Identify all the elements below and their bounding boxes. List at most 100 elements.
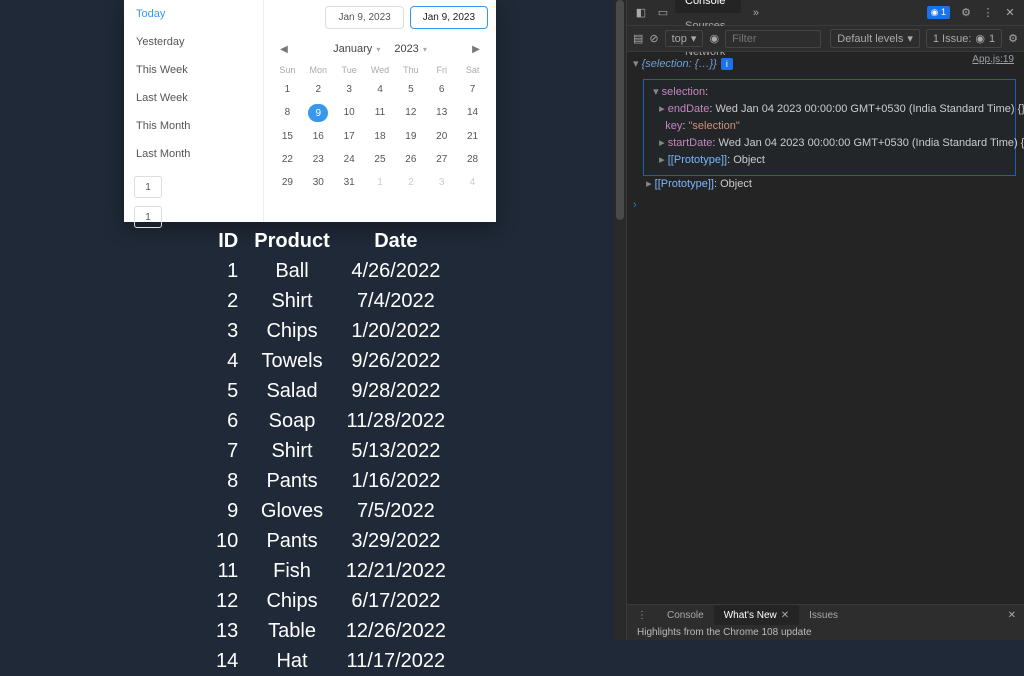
- calendar-day[interactable]: 16: [303, 128, 334, 145]
- drawer-menu-icon[interactable]: ⋮: [627, 605, 657, 625]
- end-date-field[interactable]: Jan 9, 2023: [410, 6, 488, 29]
- calendar-day[interactable]: 2: [395, 174, 426, 191]
- weekday-header: Mon: [303, 65, 334, 75]
- cell-date: 12/21/2022: [338, 556, 454, 586]
- preset-last-week[interactable]: Last Week: [124, 84, 263, 112]
- preset-this-month[interactable]: This Month: [124, 112, 263, 140]
- devtools-tab-console[interactable]: Console: [675, 0, 741, 13]
- weekday-header: Wed: [365, 65, 396, 75]
- cell-product: Table: [246, 616, 338, 646]
- cell-id: 2: [208, 286, 246, 316]
- drawer-tab-console[interactable]: Console: [657, 605, 714, 625]
- close-devtools-icon[interactable]: ✕: [1000, 6, 1020, 19]
- close-drawer-icon[interactable]: ✕: [1000, 610, 1024, 621]
- calendar-day[interactable]: 25: [365, 151, 396, 168]
- calendar-day[interactable]: 3: [334, 81, 365, 98]
- prev-month-button[interactable]: ◀: [274, 39, 294, 59]
- log-levels-select[interactable]: Default levels ▾: [830, 29, 920, 48]
- calendar-day[interactable]: 9: [308, 104, 328, 122]
- table-row: 12Chips6/17/2022: [208, 586, 454, 616]
- calendar-day[interactable]: 28: [457, 151, 488, 168]
- days-back-input[interactable]: 1: [134, 176, 162, 198]
- cell-id: 3: [208, 316, 246, 346]
- column-header: Date: [338, 226, 454, 256]
- calendar-day[interactable]: 10: [334, 104, 365, 122]
- calendar-day[interactable]: 6: [426, 81, 457, 98]
- more-tabs-button[interactable]: »: [743, 0, 769, 26]
- calendar-day[interactable]: 26: [395, 151, 426, 168]
- preset-today[interactable]: Today: [124, 0, 263, 28]
- console-output[interactable]: App.js:19 ▾ {selection: {…}}i ▾ selectio…: [627, 52, 1024, 604]
- calendar-day[interactable]: 30: [303, 174, 334, 191]
- calendar-day[interactable]: 31: [334, 174, 365, 191]
- calendar-day[interactable]: 1: [365, 174, 396, 191]
- calendar-day[interactable]: 5: [395, 81, 426, 98]
- table-row: 4Towels9/26/2022: [208, 346, 454, 376]
- calendar-day[interactable]: 12: [395, 104, 426, 122]
- console-settings-icon[interactable]: ⚙: [1008, 32, 1018, 45]
- page-scrollbar[interactable]: [614, 0, 626, 640]
- calendar-day[interactable]: 15: [272, 128, 303, 145]
- calendar-day[interactable]: 24: [334, 151, 365, 168]
- table-row: 5Salad9/28/2022: [208, 376, 454, 406]
- calendar-day[interactable]: 8: [272, 104, 303, 122]
- calendar-day[interactable]: 22: [272, 151, 303, 168]
- cell-id: 5: [208, 376, 246, 406]
- table-row: 11Fish12/21/2022: [208, 556, 454, 586]
- cell-date: 3/29/2022: [338, 526, 454, 556]
- days-back-input-2[interactable]: 1: [134, 206, 162, 228]
- calendar-day[interactable]: 19: [395, 128, 426, 145]
- settings-icon[interactable]: ⚙: [956, 6, 976, 19]
- column-header: ID: [208, 226, 246, 256]
- console-sidebar-toggle-icon[interactable]: ▤: [633, 32, 643, 45]
- drawer-tab-what-s-new[interactable]: What's New✕: [714, 605, 799, 625]
- cell-product: Pants: [246, 466, 338, 496]
- calendar-day[interactable]: 23: [303, 151, 334, 168]
- calendar-day[interactable]: 29: [272, 174, 303, 191]
- calendar-day[interactable]: 2: [303, 81, 334, 98]
- column-header: Product: [246, 226, 338, 256]
- calendar-day[interactable]: 21: [457, 128, 488, 145]
- table-row: 10Pants3/29/2022: [208, 526, 454, 556]
- error-badge[interactable]: ◉ 1: [927, 6, 950, 19]
- drawer-tab-issues[interactable]: Issues: [799, 605, 848, 625]
- preset-yesterday[interactable]: Yesterday: [124, 28, 263, 56]
- calendar-day[interactable]: 11: [365, 104, 396, 122]
- date-range-picker: TodayYesterdayThis WeekLast WeekThis Mon…: [124, 0, 496, 222]
- calendar-day[interactable]: 14: [457, 104, 488, 122]
- calendar-day[interactable]: 20: [426, 128, 457, 145]
- month-select[interactable]: January▾: [333, 43, 380, 55]
- more-menu-icon[interactable]: ⋮: [978, 6, 998, 19]
- source-link[interactable]: App.js:19: [972, 54, 1014, 65]
- calendar-day[interactable]: 17: [334, 128, 365, 145]
- table-row: 14Hat11/17/2022: [208, 646, 454, 676]
- chevron-down-icon: ▾: [376, 45, 380, 54]
- calendar-day[interactable]: 13: [426, 104, 457, 122]
- next-month-button[interactable]: ▶: [466, 39, 486, 59]
- issues-button[interactable]: 1 Issue: ◉ 1: [926, 29, 1002, 48]
- calendar-day[interactable]: 27: [426, 151, 457, 168]
- chevron-down-icon: ▾: [423, 45, 427, 54]
- calendar-day[interactable]: 1: [272, 81, 303, 98]
- table-row: 1Ball4/26/2022: [208, 256, 454, 286]
- execution-context-select[interactable]: top ▾: [665, 30, 704, 47]
- start-date-field[interactable]: Jan 9, 2023: [325, 6, 403, 29]
- device-toolbar-icon[interactable]: ▭: [653, 6, 673, 19]
- calendar-day[interactable]: 4: [365, 81, 396, 98]
- calendar-day[interactable]: 3: [426, 174, 457, 191]
- preset-this-week[interactable]: This Week: [124, 56, 263, 84]
- cell-date: 6/17/2022: [338, 586, 454, 616]
- calendar-day[interactable]: 18: [365, 128, 396, 145]
- calendar-day[interactable]: 7: [457, 81, 488, 98]
- console-filter-input[interactable]: [725, 30, 821, 48]
- table-row: 3Chips1/20/2022: [208, 316, 454, 346]
- calendar-day[interactable]: 4: [457, 174, 488, 191]
- clear-console-icon[interactable]: ⊘: [649, 32, 658, 45]
- devtools-drawer: ⋮ ConsoleWhat's New✕Issues✕ Highlights f…: [627, 604, 1024, 640]
- live-expression-icon[interactable]: ◉: [709, 32, 719, 45]
- cell-id: 7: [208, 436, 246, 466]
- close-icon[interactable]: ✕: [781, 610, 789, 621]
- year-select[interactable]: 2023▾: [394, 43, 427, 55]
- preset-last-month[interactable]: Last Month: [124, 140, 263, 168]
- inspect-element-icon[interactable]: ◧: [631, 6, 651, 19]
